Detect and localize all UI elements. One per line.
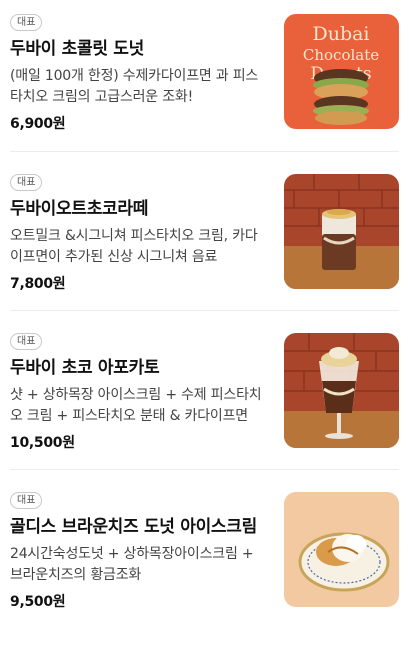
menu-item-price: 6,900원 (10, 116, 66, 132)
icecream-donut-photo-graphic (284, 492, 399, 607)
image-text-line-2: Chocolate (303, 46, 379, 64)
menu-item[interactable]: 대표 두바이오트초코라떼 오트밀크 &시그니쳐 피스타치오 크림, 카다이프면이… (10, 152, 399, 311)
menu-item-price: 7,800원 (10, 276, 66, 292)
menu-item-description: 샷 + 상하목장 아이스크림 + 수제 피스타치오 크림 + 피스타치오 분태 … (10, 387, 262, 424)
menu-item[interactable]: 대표 골디스 브라운치즈 도넛 아이스크림 24시간숙성도넛 + 상하목장아이스… (10, 470, 399, 654)
menu-item-description: 오트밀크 &시그니쳐 피스타치오 크림, 카다이프면이 추가된 신상 시그니쳐 … (10, 228, 258, 265)
menu-item-info: 대표 두바이 초코 아포카토 샷 + 상하목장 아이스크림 + 수제 피스타치오… (10, 329, 284, 469)
menu-item-name: 골디스 브라운치즈 도넛 아이스크림 (10, 517, 257, 537)
menu-item-description: 24시간숙성도넛 + 상하목장아이스크림 + 브라운치즈의 황금조화 (10, 546, 254, 583)
menu-list: 대표 두바이 초콜릿 도넛 (매일 100개 한정) 수제카다이프면 과 피스타… (0, 0, 409, 654)
menu-item-description: (매일 100개 한정) 수제카다이프면 과 피스타치오 크림의 고급스러운 조… (10, 68, 259, 105)
menu-item-info: 대표 두바이오트초코라떼 오트밀크 &시그니쳐 피스타치오 크림, 카다이프면이… (10, 170, 284, 310)
image-text-line-1: Dubai (312, 23, 369, 45)
menu-item-name: 두바이 초콜릿 도넛 (10, 39, 144, 59)
menu-item[interactable]: 대표 두바이 초콜릿 도넛 (매일 100개 한정) 수제카다이프면 과 피스타… (10, 0, 399, 152)
latte-photo-graphic (284, 174, 399, 289)
icecream-donut-photo[interactable] (284, 492, 399, 607)
affogato-photo[interactable] (284, 333, 399, 448)
representative-badge: 대표 (10, 492, 43, 509)
representative-badge: 대표 (10, 174, 43, 191)
menu-item-price: 10,500원 (10, 435, 75, 451)
affogato-photo-graphic (284, 333, 399, 448)
donut-photo-graphic: Dubai Chocolate Donuts (284, 14, 399, 129)
menu-item[interactable]: 대표 두바이 초코 아포카토 샷 + 상하목장 아이스크림 + 수제 피스타치오… (10, 311, 399, 470)
latte-photo[interactable] (284, 174, 399, 289)
menu-item-info: 대표 두바이 초콜릿 도넛 (매일 100개 한정) 수제카다이프면 과 피스타… (10, 10, 284, 151)
menu-item-name: 두바이 초코 아포카토 (10, 358, 160, 378)
donut-photo[interactable]: Dubai Chocolate Donuts (284, 14, 399, 129)
menu-item-name: 두바이오트초코라떼 (10, 199, 149, 219)
menu-item-info: 대표 골디스 브라운치즈 도넛 아이스크림 24시간숙성도넛 + 상하목장아이스… (10, 488, 284, 654)
menu-item-price: 9,500원 (10, 594, 66, 610)
representative-badge: 대표 (10, 14, 43, 31)
representative-badge: 대표 (10, 333, 43, 350)
